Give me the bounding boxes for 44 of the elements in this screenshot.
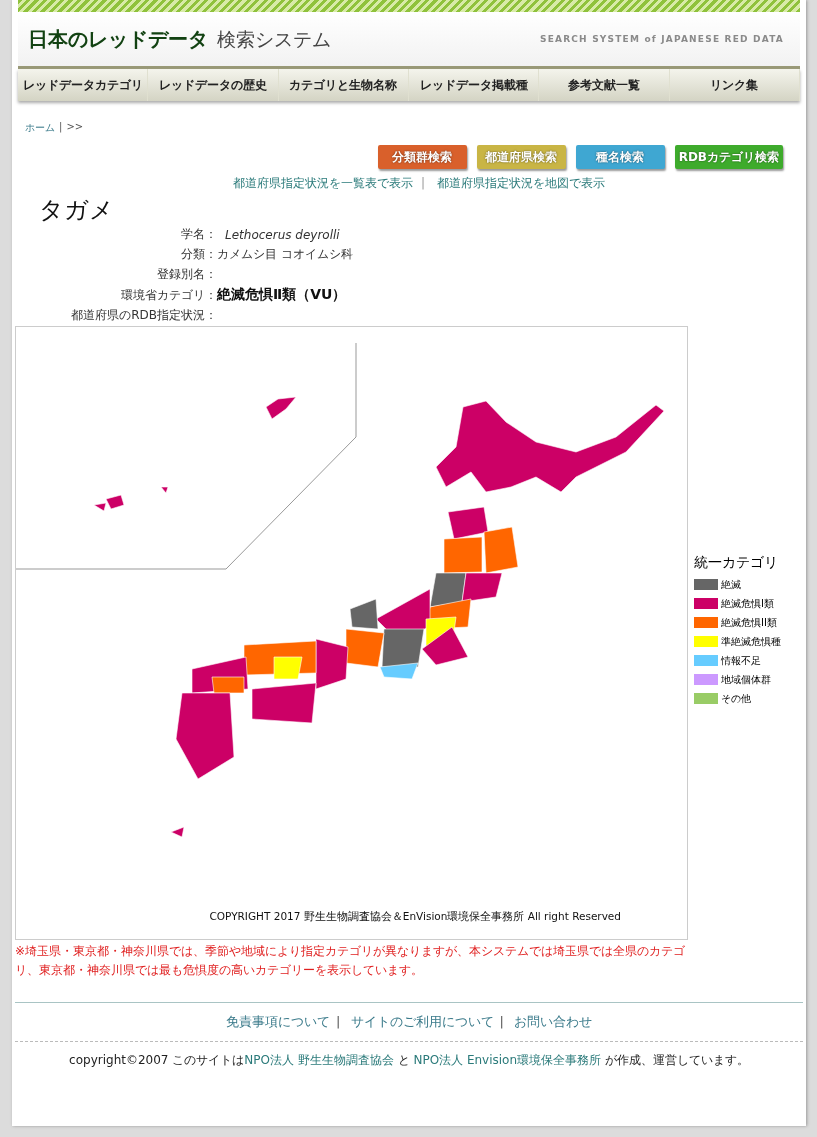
- breadcrumb-separator: |: [59, 121, 63, 135]
- field-label: 環境省カテゴリ：: [120, 286, 217, 304]
- field-label: 学名：: [180, 226, 217, 243]
- credit-link[interactable]: NPO法人 野生生物調査協会: [244, 1053, 394, 1067]
- footer-link[interactable]: サイトのご利用について: [350, 1014, 494, 1029]
- breadcrumb-trail: >>: [66, 121, 84, 134]
- nav-item[interactable]: 参考文献一覧: [539, 69, 670, 101]
- legend-label: 準絶滅危惧種: [721, 634, 781, 649]
- field-value: カメムシ目 コオイムシ科: [217, 246, 353, 263]
- legend-label: 情報不足: [721, 653, 761, 668]
- link-separator: |: [421, 176, 426, 190]
- nav-item[interactable]: レッドデータカテゴリ: [18, 69, 149, 101]
- legend-label: その他: [721, 691, 751, 706]
- credit-text: copyright©2007 このサイトはNPO法人 野生生物調査協会 と NPO法人 Envision環境保全事務所 が作成、運営しています。: [68, 1052, 750, 1069]
- nav-item[interactable]: レッドデータ掲載種: [409, 69, 540, 101]
- nav-item[interactable]: リンク集: [669, 69, 800, 101]
- note-text: ※埼玉県・東京都・神奈川県では、季節や地域により指定カテゴリが異なりますが、本システムでは埼玉県では全県のカテゴリ、東京都・神奈川県では最も危惧度の高いカテゴリーを表示しています。: [15, 943, 687, 979]
- site-subtitle: 検索システム: [217, 27, 332, 50]
- view-link[interactable]: 都道府県指定状況を地図で表示: [436, 176, 605, 190]
- legend-label: 絶滅: [721, 577, 741, 592]
- nav-item[interactable]: レッドデータの歴史: [148, 69, 279, 101]
- search-button[interactable]: 分類群検索: [377, 145, 467, 169]
- legend-label: 地域個体群: [721, 672, 771, 687]
- site-tagline: SEARCH SYSTEM of JAPANESE RED DATA: [540, 34, 784, 44]
- field-label: 分類：: [180, 246, 217, 263]
- field-label: 登録別名：: [156, 266, 217, 283]
- nav-item[interactable]: カテゴリと生物名称: [278, 69, 409, 101]
- field-value: Lethocerus deyrolli: [225, 227, 340, 242]
- footer-link[interactable]: 免責事項について: [225, 1014, 330, 1029]
- legend-label: 絶滅危惧ⅠⅠ類: [721, 615, 777, 630]
- field-label: 都道府県のRDB指定状況：: [70, 307, 217, 324]
- link-separator: |: [499, 1014, 504, 1029]
- breadcrumb-link[interactable]: ホーム: [25, 121, 55, 135]
- search-button[interactable]: RDBカテゴリ検索: [674, 145, 783, 169]
- credit-link[interactable]: NPO法人 Envision環境保全事務所: [413, 1053, 602, 1067]
- field-value: 絶滅危惧Ⅱ類（VU）: [217, 286, 347, 304]
- link-separator: |: [335, 1014, 341, 1029]
- legend-title: 統一カテゴリ: [694, 554, 779, 572]
- view-link[interactable]: 都道府県指定状況を一覧表で表示: [233, 176, 414, 190]
- species-name: タガメ: [39, 195, 115, 226]
- legend-label: 絶滅危惧Ⅰ類: [721, 596, 774, 611]
- footer-link[interactable]: お問い合わせ: [514, 1014, 593, 1029]
- site-title: 日本のレッドデータ: [28, 26, 208, 51]
- map-copyright: COPYRIGHT 2017 野生生物調査協会＆EnVision環境保全事務所 All right Reserved: [208, 909, 622, 924]
